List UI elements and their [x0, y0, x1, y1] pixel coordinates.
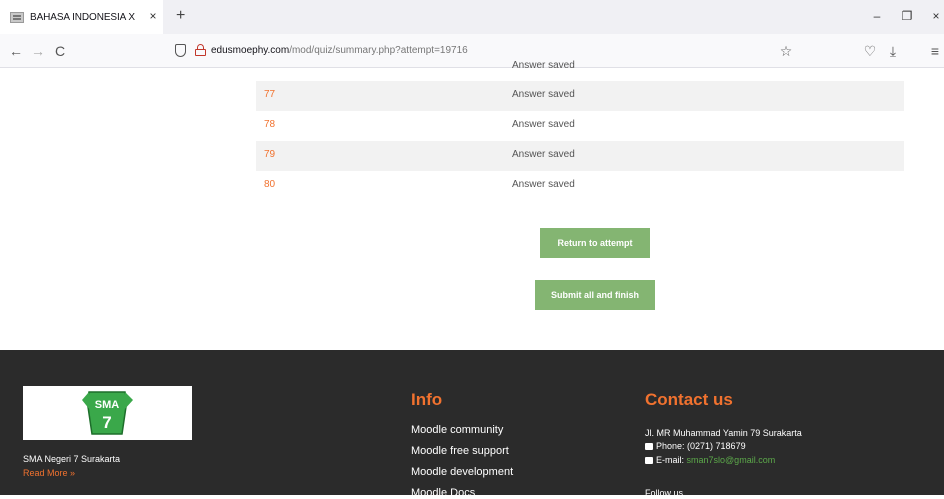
pocket-icon[interactable]: ♡: [862, 43, 878, 59]
cutoff-row-status: Answer saved: [512, 60, 575, 71]
submit-all-button[interactable]: Submit all and finish: [535, 280, 655, 310]
logo-text: SMA: [95, 399, 120, 411]
reload-icon[interactable]: C: [52, 43, 68, 59]
browser-tab-bar: BAHASA INDONESIA X × + – ❐ ×: [0, 0, 944, 34]
question-number-link[interactable]: 80: [264, 179, 275, 190]
table-row: 78 Answer saved: [256, 111, 904, 141]
new-tab-button[interactable]: +: [176, 7, 185, 25]
bookmark-star-icon[interactable]: ☆: [778, 43, 794, 59]
contact-heading: Contact us: [645, 390, 733, 409]
address-text: Jl. MR Muhammad Yamin 79 Surakarta: [645, 428, 802, 438]
site-footer: SMA 7 SMA Negeri 7 Surakarta Read More »…: [0, 350, 944, 499]
table-row: 80 Answer saved: [256, 171, 904, 201]
question-status: Answer saved: [512, 89, 575, 100]
back-icon[interactable]: ←: [8, 43, 24, 59]
question-status: Answer saved: [512, 149, 575, 160]
quiz-summary-page: Answer saved 77 Answer saved 78 Answer s…: [0, 60, 944, 499]
question-status: Answer saved: [512, 119, 575, 130]
email-line: E-mail: sman7slo@gmail.com: [645, 455, 775, 465]
school-name: SMA Negeri 7 Surakarta: [23, 454, 121, 464]
info-heading: Info: [411, 390, 443, 409]
close-tab-icon[interactable]: ×: [146, 9, 160, 23]
browser-nav-bar: ← → C edusmoephy.com/mod/quiz/summary.ph…: [0, 34, 944, 68]
browser-tab[interactable]: BAHASA INDONESIA X ×: [0, 0, 163, 34]
question-status: Answer saved: [512, 179, 575, 190]
footer-link[interactable]: Moodle free support: [411, 445, 509, 457]
url-path: /mod/quiz/summary.php?attempt=19716: [289, 45, 468, 56]
footer-link[interactable]: Moodle community: [411, 424, 503, 436]
question-number-link[interactable]: 78: [264, 119, 275, 130]
table-row: 79 Answer saved: [256, 141, 904, 171]
school-crest-icon: SMA 7: [82, 391, 133, 435]
footer-link[interactable]: Moodle development: [411, 466, 513, 478]
minimize-icon[interactable]: –: [869, 9, 885, 23]
favicon-icon: [10, 11, 24, 23]
footer-link[interactable]: Moodle Docs: [411, 487, 475, 499]
school-logo[interactable]: SMA 7: [23, 386, 192, 440]
shield-icon[interactable]: [175, 44, 186, 57]
return-to-attempt-button[interactable]: Return to attempt: [540, 228, 650, 258]
question-number-link[interactable]: 77: [264, 89, 275, 100]
phone-line: Phone: (0271) 718679: [645, 441, 746, 451]
restore-icon[interactable]: ❐: [899, 9, 915, 23]
table-row: 77 Answer saved: [256, 81, 904, 111]
phone-text: Phone: (0271) 718679: [656, 441, 746, 451]
email-label: E-mail:: [656, 455, 685, 465]
menu-icon[interactable]: ≡: [927, 43, 943, 59]
close-window-icon[interactable]: ×: [928, 9, 944, 23]
follow-us-label: Follow us: [645, 488, 684, 498]
email-link[interactable]: sman7slo@gmail.com: [687, 455, 776, 465]
logo-number: 7: [102, 413, 111, 432]
question-number-link[interactable]: 79: [264, 149, 275, 160]
phone-icon: [645, 443, 653, 450]
envelope-icon: [645, 457, 653, 464]
tab-title: BAHASA INDONESIA X: [30, 11, 135, 23]
download-icon[interactable]: ⤓: [885, 43, 901, 59]
forward-icon[interactable]: →: [30, 43, 46, 59]
read-more-link[interactable]: Read More »: [23, 468, 75, 478]
lock-icon[interactable]: [195, 44, 206, 57]
url-host: edusmoephy.com: [211, 45, 290, 56]
address-bar[interactable]: edusmoephy.com/mod/quiz/summary.php?atte…: [211, 45, 468, 56]
